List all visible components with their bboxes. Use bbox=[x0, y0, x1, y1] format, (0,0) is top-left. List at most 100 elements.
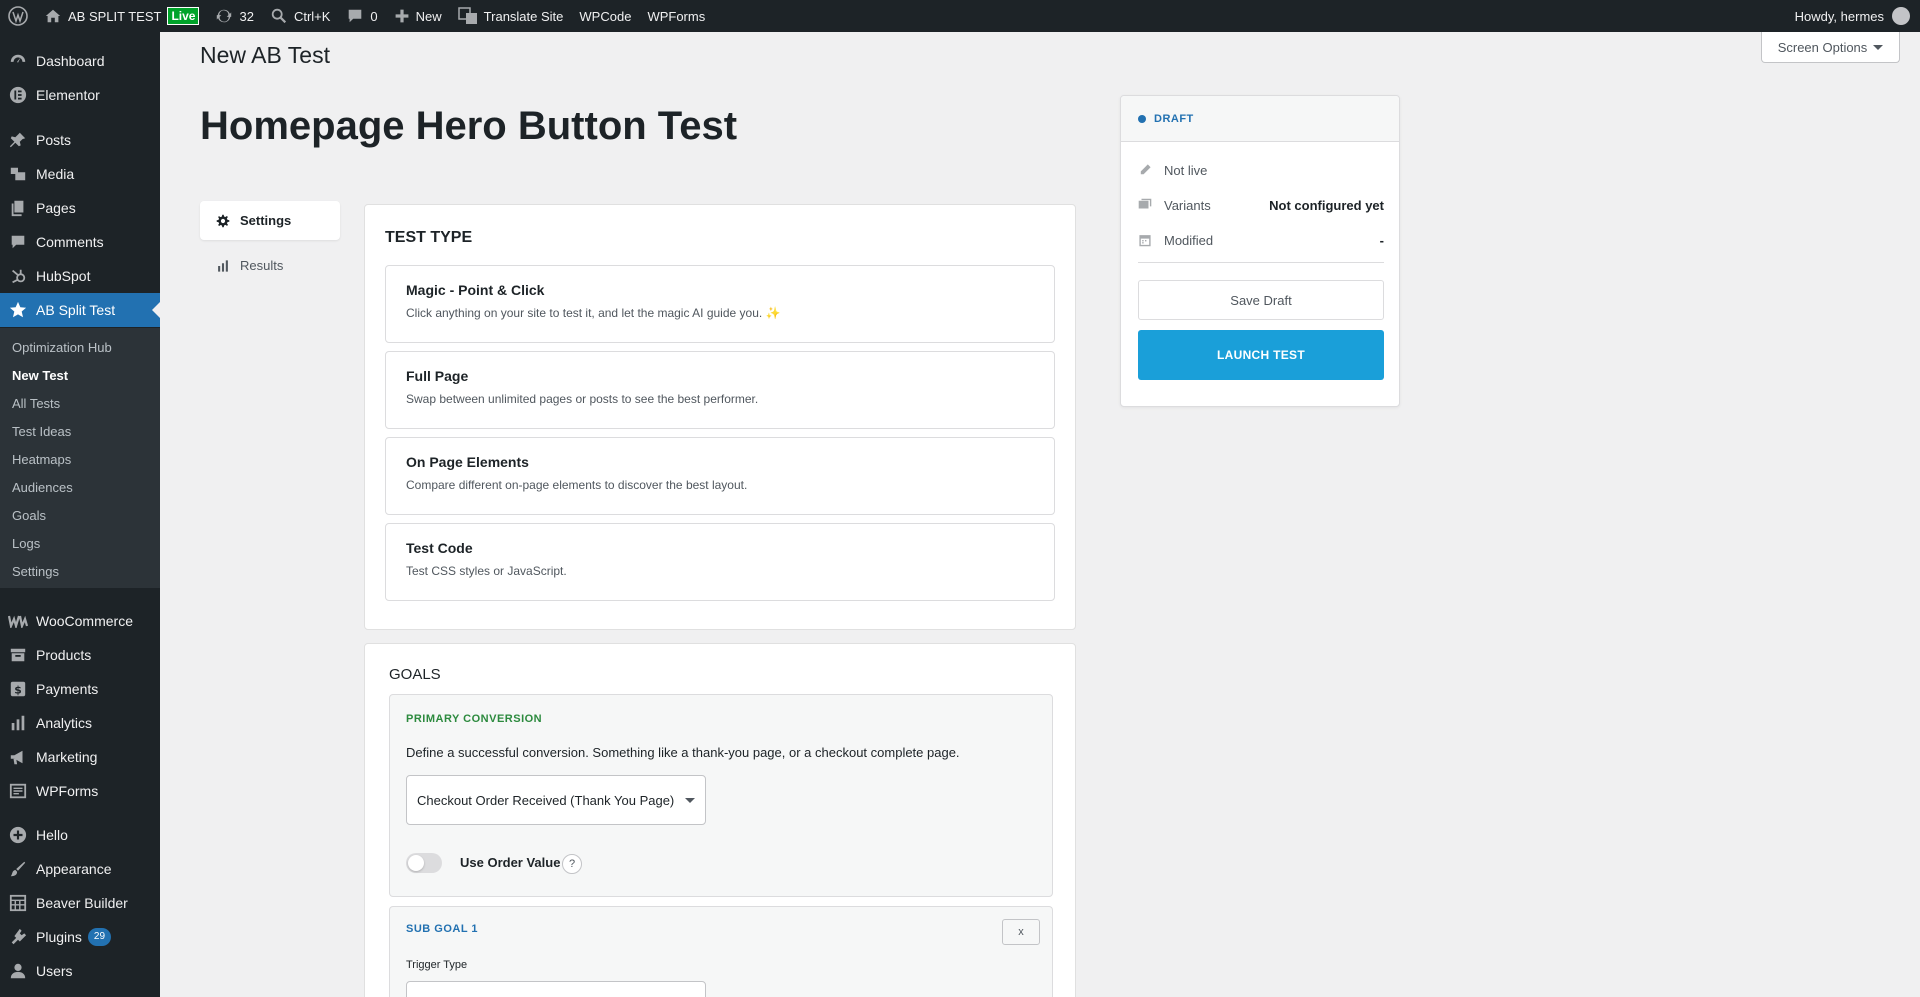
submenu-new-test[interactable]: New Test bbox=[12, 368, 68, 383]
test-title[interactable]: Homepage Hero Button Test bbox=[200, 104, 737, 149]
sidebar-item-label: AB Split Test bbox=[36, 302, 116, 318]
sidebar-item-posts[interactable]: Posts bbox=[0, 123, 160, 157]
primary-conversion-description: Define a successful conversion. Somethin… bbox=[406, 745, 960, 760]
screen-options-button[interactable]: Screen Options bbox=[1761, 32, 1900, 63]
svg-text:$: $ bbox=[14, 684, 22, 697]
submenu-heatmaps[interactable]: Heatmaps bbox=[12, 452, 71, 467]
sidebar-item-label: Hello bbox=[36, 827, 68, 843]
primary-conversion-select[interactable]: Checkout Order Received (Thank You Page) bbox=[406, 775, 706, 825]
translate-icon bbox=[457, 7, 477, 24]
pages-icon bbox=[0, 199, 36, 217]
wp-logo-menu[interactable] bbox=[0, 0, 36, 32]
status-label: DRAFT bbox=[1154, 112, 1194, 125]
comments-menu[interactable]: 0 bbox=[338, 0, 385, 32]
dashboard-icon bbox=[0, 52, 36, 70]
sidebar-item-ab-split-test[interactable]: AB Split Test bbox=[0, 293, 160, 327]
sidebar-item-appearance[interactable]: Appearance bbox=[0, 852, 160, 886]
pencil-icon bbox=[1140, 164, 1151, 175]
option-description: Test CSS styles or JavaScript. bbox=[406, 564, 567, 578]
submenu-test-ideas[interactable]: Test Ideas bbox=[12, 424, 71, 439]
sidebar-item-plugins[interactable]: Plugins 29 bbox=[0, 920, 160, 954]
hubspot-icon bbox=[0, 267, 36, 285]
primary-conversion-box: PRIMARY CONVERSION Define a successful c… bbox=[389, 694, 1053, 897]
remove-sub-goal-button[interactable]: x bbox=[1002, 919, 1040, 945]
pin-icon bbox=[0, 131, 36, 149]
submenu-all-tests[interactable]: All Tests bbox=[12, 396, 60, 411]
save-draft-button[interactable]: Save Draft bbox=[1138, 280, 1384, 320]
help-icon[interactable]: ? bbox=[562, 854, 582, 874]
publish-header: DRAFT bbox=[1121, 96, 1399, 142]
new-content-menu[interactable]: New bbox=[386, 0, 450, 32]
plus-icon bbox=[395, 9, 409, 23]
sub-goal-box: SUB GOAL 1 x Trigger Type bbox=[389, 906, 1053, 997]
sidebar-item-elementor[interactable]: Elementor bbox=[0, 78, 160, 112]
wpforms-label: WPForms bbox=[647, 8, 706, 24]
gear-icon bbox=[216, 214, 230, 227]
tab-results[interactable]: Results bbox=[200, 246, 340, 285]
brush-icon bbox=[0, 860, 36, 878]
updates-menu[interactable]: 32 bbox=[207, 0, 261, 32]
sidebar-item-wpforms[interactable]: WPForms bbox=[0, 774, 160, 808]
comment-icon bbox=[349, 9, 362, 23]
submenu-settings[interactable]: Settings bbox=[12, 564, 59, 579]
sidebar-item-label: Marketing bbox=[36, 749, 98, 765]
sidebar-item-marketing[interactable]: Marketing bbox=[0, 740, 160, 774]
sidebar-item-label: Dashboard bbox=[36, 53, 105, 69]
launch-test-button[interactable]: LAUNCH TEST bbox=[1138, 330, 1384, 380]
primary-conversion-label: PRIMARY CONVERSION bbox=[406, 713, 543, 725]
modified-row: Modified - bbox=[1138, 230, 1384, 250]
updates-count: 32 bbox=[239, 8, 254, 24]
sidebar-item-dashboard[interactable]: Dashboard bbox=[0, 44, 160, 78]
use-order-value-label: Use Order Value bbox=[460, 855, 561, 870]
screen-options-label: Screen Options bbox=[1777, 39, 1868, 55]
wpforms-menu[interactable]: WPForms bbox=[639, 0, 713, 32]
sidebar-item-hello[interactable]: Hello bbox=[0, 818, 160, 852]
sidebar-item-woocommerce[interactable]: WooCommerce bbox=[0, 604, 160, 638]
sidebar-item-label: Posts bbox=[36, 132, 72, 148]
submenu-logs[interactable]: Logs bbox=[12, 536, 40, 551]
trigger-type-select[interactable] bbox=[406, 981, 706, 997]
submenu-audiences[interactable]: Audiences bbox=[12, 480, 73, 495]
translate-site-menu[interactable]: Translate Site bbox=[450, 0, 572, 32]
wpcode-menu[interactable]: WPCode bbox=[571, 0, 639, 32]
tab-settings[interactable]: Settings bbox=[200, 201, 340, 240]
sidebar-item-payments[interactable]: $ Payments bbox=[0, 672, 160, 706]
submenu-optimization-hub[interactable]: Optimization Hub bbox=[12, 340, 112, 355]
plugins-update-badge: 29 bbox=[87, 928, 112, 946]
test-type-option-test-code[interactable]: Test Code Test CSS styles or JavaScript. bbox=[385, 523, 1055, 601]
translate-label: Translate Site bbox=[483, 8, 564, 24]
site-name-menu[interactable]: AB SPLIT TEST Live bbox=[36, 0, 207, 32]
sidebar-item-users[interactable]: Users bbox=[0, 954, 160, 988]
home-icon bbox=[45, 9, 61, 23]
test-type-option-on-page-elements[interactable]: On Page Elements Compare different on-pa… bbox=[385, 437, 1055, 515]
admin-bar: AB SPLIT TEST Live 32 Ctrl+K 0 New Trans… bbox=[0, 0, 1920, 32]
variants-label: Variants bbox=[1164, 197, 1211, 213]
sidebar-item-analytics[interactable]: Analytics bbox=[0, 706, 160, 740]
sidebar-item-products[interactable]: Products bbox=[0, 638, 160, 672]
avatar bbox=[1892, 7, 1910, 25]
option-description: Compare different on-page elements to di… bbox=[406, 478, 748, 492]
user-icon bbox=[0, 962, 36, 980]
sidebar-item-comments[interactable]: Comments bbox=[0, 225, 160, 259]
submenu-goals[interactable]: Goals bbox=[12, 508, 46, 523]
sidebar-item-beaver-builder[interactable]: Beaver Builder bbox=[0, 886, 160, 920]
trigger-type-label: Trigger Type bbox=[406, 959, 468, 971]
modified-label: Modified bbox=[1164, 232, 1214, 248]
media-icon bbox=[0, 165, 36, 183]
dollar-icon: $ bbox=[0, 680, 36, 698]
images-icon bbox=[1138, 198, 1152, 209]
my-account-menu[interactable]: Howdy, hermes bbox=[1795, 0, 1920, 32]
tab-settings-label: Settings bbox=[240, 213, 292, 228]
test-type-option-magic[interactable]: Magic - Point & Click Click anything on … bbox=[385, 265, 1055, 343]
sidebar-item-pages[interactable]: Pages bbox=[0, 191, 160, 225]
option-title: On Page Elements bbox=[406, 454, 529, 470]
sidebar-item-label: Appearance bbox=[36, 861, 112, 877]
sidebar-item-label: WooCommerce bbox=[36, 613, 133, 629]
sidebar-item-media[interactable]: Media bbox=[0, 157, 160, 191]
use-order-value-toggle[interactable] bbox=[406, 853, 442, 873]
sidebar-item-label: Users bbox=[36, 963, 73, 979]
sidebar-item-hubspot[interactable]: HubSpot bbox=[0, 259, 160, 293]
command-search[interactable]: Ctrl+K bbox=[262, 0, 338, 32]
test-type-option-full-page[interactable]: Full Page Swap between unlimited pages o… bbox=[385, 351, 1055, 429]
caret-down-icon bbox=[1873, 44, 1884, 55]
